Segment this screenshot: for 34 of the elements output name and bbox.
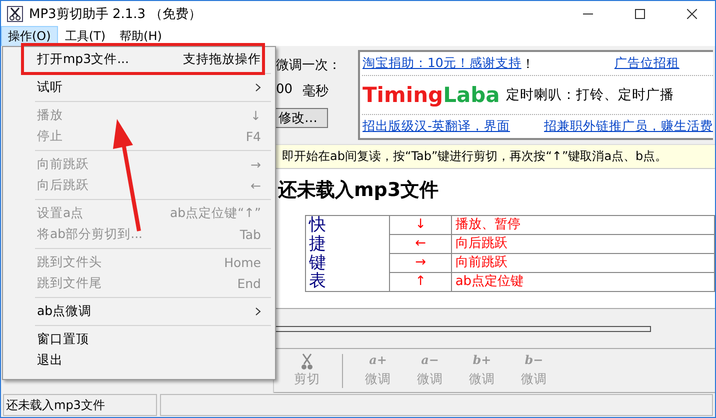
status-heading: 还未载入mp3文件 (278, 178, 440, 204)
menu-item[interactable]: 帮助(H) (112, 26, 169, 47)
ad-link[interactable]: 招兼职外链推广员，赚生活费 (544, 118, 713, 135)
donate-link[interactable]: 淘宝捐助：10元！感谢支持 (362, 55, 522, 72)
ad-link[interactable]: 广告位招租 (614, 55, 680, 72)
action-cell: ab点定位键 (452, 272, 714, 292)
close-icon (687, 9, 697, 19)
key-cell: → (389, 254, 452, 273)
unit-label: 毫秒 (302, 83, 329, 100)
exclamation-text: ！ (521, 56, 534, 73)
slogan-text: 定时喇叭：打铃、定时广播 (506, 86, 674, 104)
action-cell: 播放、暂停 (452, 216, 714, 235)
menu-item[interactable]: 工具(T) (58, 26, 113, 47)
key-cell: ↓ (389, 216, 452, 235)
menu-item[interactable]: ab点微调 (3, 301, 275, 322)
menu-item[interactable]: 窗口置顶 (3, 329, 275, 350)
key-cell: ↑ (389, 272, 452, 292)
adjust-value: 00 (276, 82, 293, 99)
hint-bar: 即开始在ab间复读，按“Tab”键进行剪切，再次按“↑”键取消a点、b点。 (274, 145, 715, 170)
action-cell: 向前跳跃 (452, 254, 714, 273)
scissors-icon (301, 353, 313, 372)
action-cell: 向后跳跃 (452, 234, 714, 254)
menu-item[interactable]: 退出 (3, 350, 275, 371)
status-text: 还未载入mp3文件 (3, 394, 157, 416)
adjust-label: 微调一次： (276, 57, 342, 74)
menu-item[interactable]: 打开mp3文件... 支持拖放操作 (3, 49, 275, 70)
scissors-app-icon (7, 6, 23, 22)
table-title-cell: 快捷键表 (306, 216, 390, 292)
maximize-icon (635, 9, 645, 19)
logo-text: TimingLaba (362, 82, 500, 107)
window-title: MP3剪切助手 2.1.3 （免费） (29, 6, 203, 23)
key-cell: ← (389, 234, 452, 254)
menu-item[interactable]: 试听 (3, 77, 275, 98)
ad-link[interactable]: 招出版级汉-英翻译，界面 (362, 118, 510, 135)
